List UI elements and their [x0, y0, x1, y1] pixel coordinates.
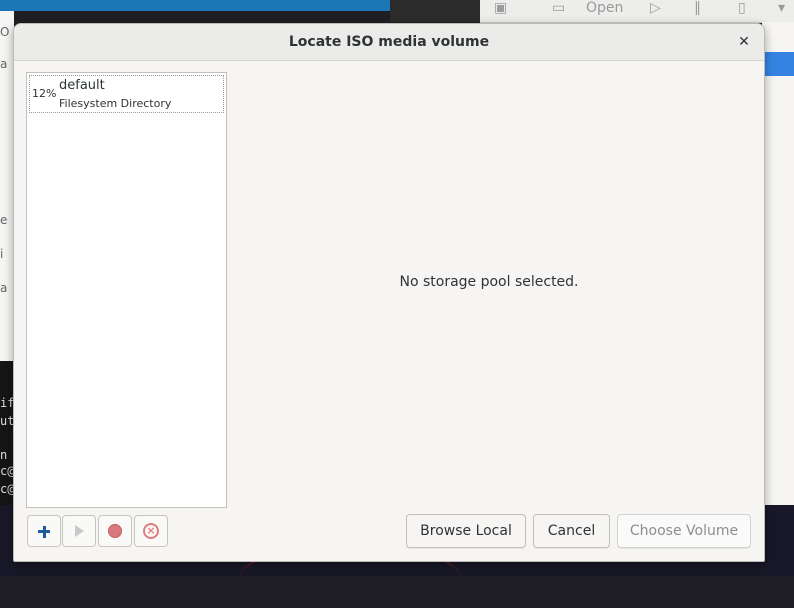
- bg-letter: e: [0, 213, 8, 227]
- background-toolbar: ▣ ▭ Open ▷ ∥ ▯ ▾: [480, 0, 794, 23]
- background-left-window: O a e i a: [0, 11, 14, 361]
- pause-icon: ∥: [694, 0, 701, 16]
- background-window-titlebar: [0, 0, 390, 11]
- bg-letter: O: [0, 25, 10, 39]
- plus-icon: [28, 516, 60, 546]
- console-icon: ▭: [552, 0, 566, 16]
- stop-pool-button[interactable]: [98, 515, 132, 547]
- toolbar-open-label: Open: [586, 0, 624, 16]
- storage-pool-list: 12% default Filesystem Directory: [26, 72, 227, 508]
- close-icon[interactable]: ✕: [734, 32, 754, 52]
- terminal-line: n: [0, 448, 8, 462]
- dialog-title: Locate ISO media volume: [288, 34, 490, 50]
- empty-state-message: No storage pool selected.: [399, 274, 579, 290]
- pool-type: Filesystem Directory: [59, 97, 172, 110]
- pool-item-default[interactable]: 12% default Filesystem Directory: [29, 75, 224, 113]
- bg-letter: i: [0, 247, 4, 261]
- start-pool-button[interactable]: [62, 515, 96, 547]
- dialog-titlebar: Locate ISO media volume ✕: [14, 24, 764, 61]
- choose-volume-button[interactable]: Choose Volume: [617, 514, 751, 548]
- play-icon: ▷: [650, 0, 661, 16]
- chevron-down-icon: ▾: [778, 0, 786, 16]
- bg-letter: a: [0, 57, 8, 71]
- pool-usage-percent: 12%: [32, 87, 57, 100]
- stop-icon: [99, 516, 131, 546]
- play-icon: [63, 516, 95, 546]
- monitor-icon: ▣: [494, 0, 508, 16]
- add-pool-button[interactable]: [27, 515, 61, 547]
- power-icon: ▯: [738, 0, 746, 16]
- cancel-button[interactable]: Cancel: [533, 514, 610, 548]
- background-selected-row: [762, 52, 794, 76]
- background-right-window: [762, 22, 794, 505]
- pool-name: default: [59, 78, 105, 93]
- browse-local-button[interactable]: Browse Local: [406, 514, 526, 548]
- delete-icon: ×: [135, 516, 167, 546]
- background-dark-panel: [390, 0, 480, 22]
- delete-pool-button[interactable]: ×: [134, 515, 168, 547]
- bg-letter: a: [0, 281, 8, 295]
- locate-iso-dialog: Locate ISO media volume ✕ 12% default Fi…: [13, 23, 765, 562]
